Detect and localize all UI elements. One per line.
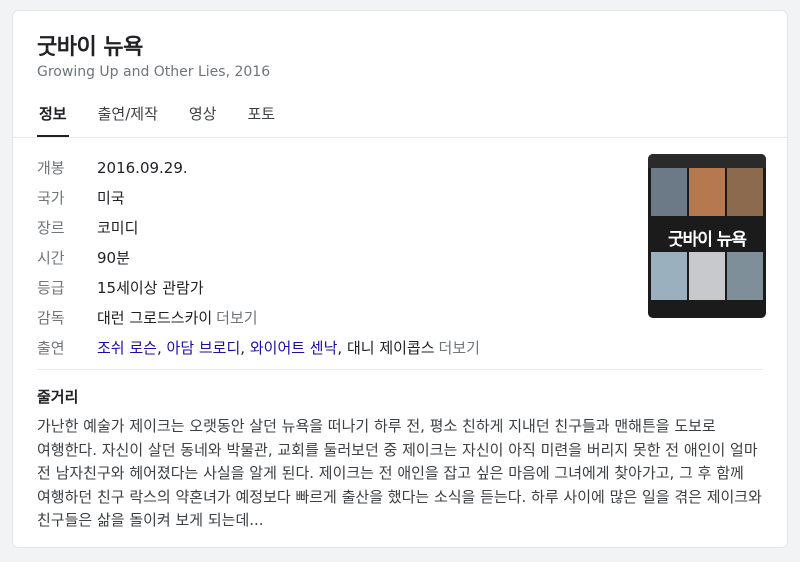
rating-value: 15세이상 관람가 bbox=[97, 279, 204, 297]
director-row: 감독 대런 그로드스카이 더보기 bbox=[37, 303, 480, 333]
cast-link-1[interactable]: 조쉬 로슨 bbox=[97, 333, 157, 363]
synopsis-text: 가난한 예술가 제이크는 오랫동안 살던 뉴욕을 떠나기 하루 전, 평소 친하… bbox=[37, 417, 762, 529]
poster-photo bbox=[727, 252, 763, 300]
cast-label: 출연 bbox=[37, 339, 65, 357]
poster-photo bbox=[651, 168, 687, 216]
country-value: 미국 bbox=[97, 189, 125, 207]
release-label: 개봉 bbox=[37, 159, 65, 177]
poster-photo bbox=[727, 168, 763, 216]
runtime-row: 시간 90분 bbox=[37, 243, 480, 273]
info-list: 개봉 2016.09.29. 국가 미국 장르 코미디 시간 90분 등급 15… bbox=[37, 153, 480, 363]
tab-info[interactable]: 정보 bbox=[37, 103, 69, 137]
cast-separator: , bbox=[240, 339, 250, 357]
cast-link-3[interactable]: 와이어트 센낙 bbox=[250, 333, 338, 363]
poster-photo bbox=[651, 252, 687, 300]
cast-row: 출연 조쉬 로슨, 아담 브로디, 와이어트 센낙, 대니 제이콥스 더보기 bbox=[37, 333, 480, 363]
poster-photo bbox=[689, 168, 725, 216]
cast-more-link[interactable]: 더보기 bbox=[439, 333, 480, 363]
poster-credits-band bbox=[648, 154, 766, 168]
movie-title[interactable]: 굿바이 뉴욕 bbox=[37, 29, 143, 61]
genre-row: 장르 코미디 bbox=[37, 213, 480, 243]
runtime-value: 90분 bbox=[97, 249, 130, 267]
director-more-link[interactable]: 더보기 bbox=[216, 303, 257, 333]
cast-link-2[interactable]: 아담 브로디 bbox=[167, 333, 241, 363]
rating-label: 등급 bbox=[37, 279, 65, 297]
movie-subtitle: Growing Up and Other Lies, 2016 bbox=[37, 64, 271, 80]
section-divider bbox=[37, 369, 763, 370]
movie-info-card: 굿바이 뉴욕 Growing Up and Other Lies, 2016 정… bbox=[12, 10, 788, 548]
genre-label: 장르 bbox=[37, 219, 65, 237]
cast-separator: , bbox=[337, 339, 347, 357]
poster-title: 굿바이 뉴욕 bbox=[667, 230, 747, 250]
movie-poster[interactable]: 굿바이 뉴욕 bbox=[648, 154, 766, 318]
synopsis-heading: 줄거리 bbox=[37, 388, 79, 406]
tab-cast-crew[interactable]: 출연/제작 bbox=[96, 103, 160, 137]
country-row: 국가 미국 bbox=[37, 183, 480, 213]
runtime-label: 시간 bbox=[37, 249, 65, 267]
poster-photo bbox=[689, 252, 725, 300]
tab-video[interactable]: 영상 bbox=[187, 103, 219, 137]
director-label: 감독 bbox=[37, 309, 65, 327]
cast-name-4[interactable]: 대니 제이콥스 bbox=[347, 333, 435, 363]
tab-bar: 정보 출연/제작 영상 포토 bbox=[37, 103, 304, 137]
rating-row: 등급 15세이상 관람가 bbox=[37, 273, 480, 303]
tab-photo[interactable]: 포토 bbox=[245, 103, 277, 137]
release-row: 개봉 2016.09.29. bbox=[37, 153, 480, 183]
country-label: 국가 bbox=[37, 189, 65, 207]
release-value: 2016.09.29. bbox=[97, 159, 188, 177]
director-value[interactable]: 대런 그로드스카이 bbox=[97, 303, 212, 333]
tab-divider bbox=[13, 137, 787, 138]
cast-separator: , bbox=[156, 339, 167, 357]
genre-value: 코미디 bbox=[97, 219, 139, 237]
